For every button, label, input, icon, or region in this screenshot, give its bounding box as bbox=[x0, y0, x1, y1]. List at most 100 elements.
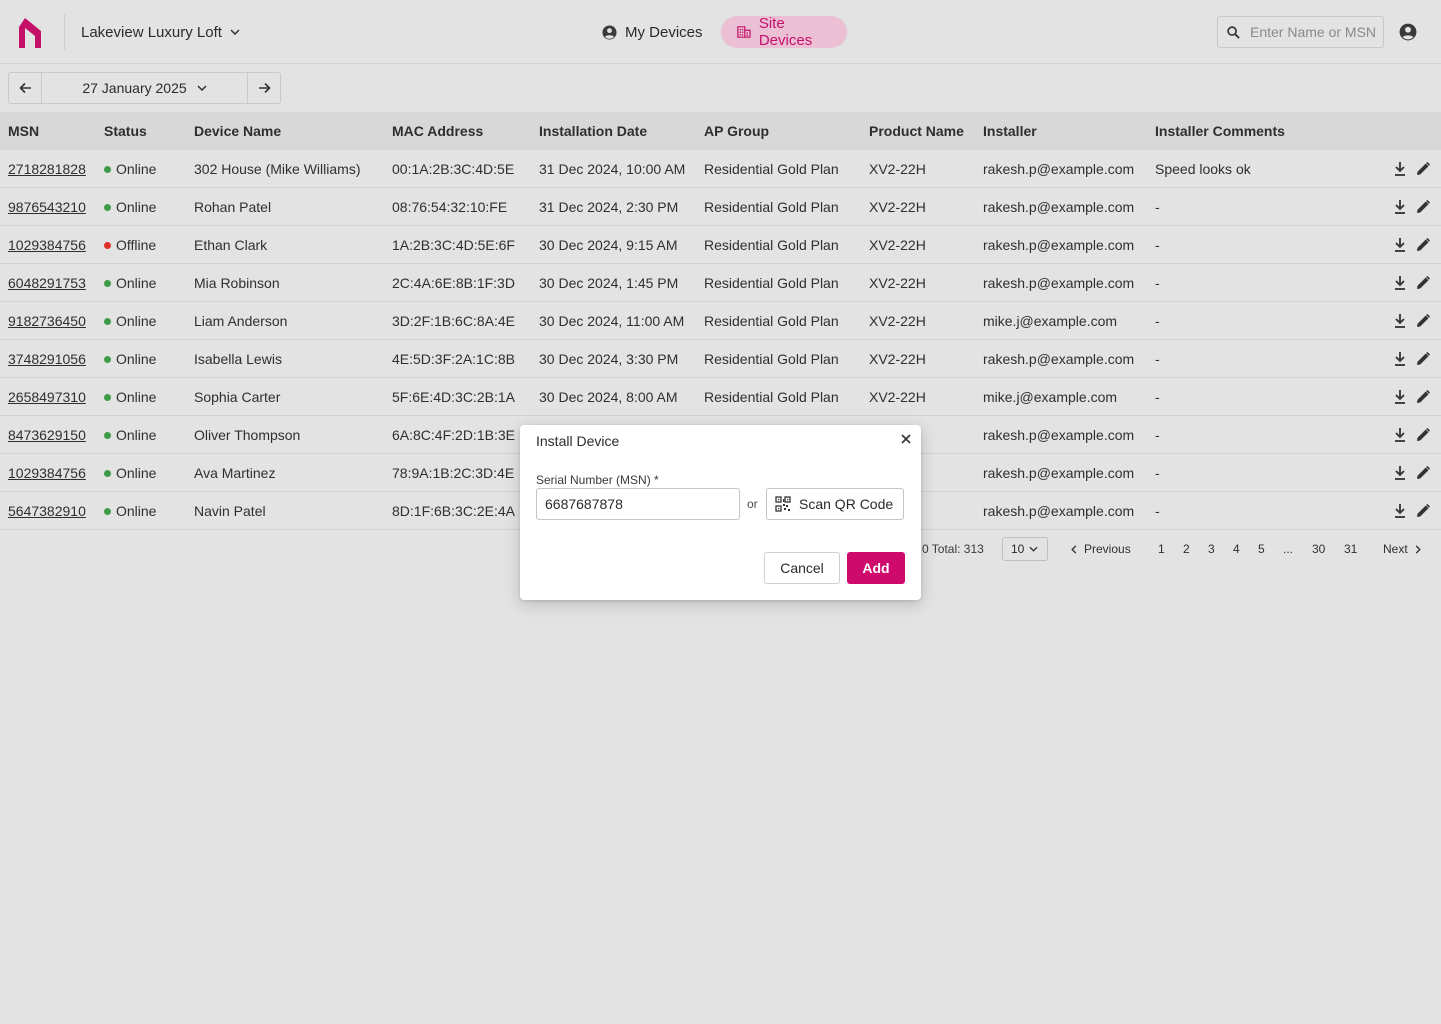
edit-icon[interactable] bbox=[1415, 275, 1431, 291]
next-page-label: Next bbox=[1383, 542, 1408, 556]
column-header-msn[interactable]: MSN bbox=[8, 123, 39, 139]
download-icon[interactable] bbox=[1392, 351, 1408, 367]
edit-icon[interactable] bbox=[1415, 199, 1431, 215]
installer-cell: rakesh.p@example.com bbox=[983, 427, 1135, 443]
date-picker[interactable]: 27 January 2025 bbox=[41, 73, 248, 103]
msn-link[interactable]: 1029384756 bbox=[8, 465, 86, 481]
table-row: 9182736450 Online Liam Anderson 3D:2F:1B:6C… bbox=[0, 302, 1441, 340]
cancel-button[interactable]: Cancel bbox=[764, 552, 840, 584]
date-navigator: 27 January 2025 bbox=[8, 72, 281, 104]
device-name-cell: Liam Anderson bbox=[194, 313, 288, 329]
search-input[interactable] bbox=[1250, 24, 1380, 40]
table-row: 3748291056 Online Isabella Lewis 4E:5D:3F:2… bbox=[0, 340, 1441, 378]
mac-address-cell: 3D:2F:1B:6C:8A:4E bbox=[392, 313, 515, 329]
column-header-status[interactable]: Status bbox=[104, 123, 147, 139]
add-button[interactable]: Add bbox=[847, 552, 905, 584]
arrow-left-icon bbox=[18, 82, 31, 94]
installer-comments-cell: - bbox=[1155, 313, 1160, 329]
device-name-cell: Ava Martinez bbox=[194, 465, 276, 481]
mac-address-cell: 2C:4A:6E:8B:1F:3D bbox=[392, 275, 515, 291]
device-name-cell: Sophia Carter bbox=[194, 389, 281, 405]
ap-group-cell: Residential Gold Plan bbox=[704, 199, 839, 215]
close-icon[interactable] bbox=[900, 433, 912, 445]
download-icon[interactable] bbox=[1392, 199, 1408, 215]
page-link-30[interactable]: 30 bbox=[1312, 542, 1325, 556]
header-divider bbox=[64, 14, 65, 50]
next-page-button[interactable]: Next bbox=[1383, 542, 1421, 556]
download-icon[interactable] bbox=[1392, 389, 1408, 405]
page-link-5[interactable]: 5 bbox=[1258, 542, 1265, 556]
previous-date-button[interactable] bbox=[9, 73, 41, 103]
msn-link[interactable]: 6048291753 bbox=[8, 275, 86, 291]
page-link-31[interactable]: 31 bbox=[1344, 542, 1357, 556]
page-size-select[interactable]: 10 bbox=[1002, 537, 1048, 561]
or-separator: or bbox=[747, 497, 758, 511]
next-date-button[interactable] bbox=[248, 73, 280, 103]
status-dot-icon bbox=[104, 204, 111, 211]
column-header-mac-address[interactable]: MAC Address bbox=[392, 123, 483, 139]
download-icon[interactable] bbox=[1392, 161, 1408, 177]
brand-logo[interactable] bbox=[19, 16, 45, 48]
column-header-product-name[interactable]: Product Name bbox=[869, 123, 964, 139]
msn-link[interactable]: 9182736450 bbox=[8, 313, 86, 329]
installer-cell: rakesh.p@example.com bbox=[983, 199, 1135, 215]
download-icon[interactable] bbox=[1392, 313, 1408, 329]
status-dot-icon bbox=[104, 280, 111, 287]
status-text: Online bbox=[116, 427, 157, 443]
page-link-1[interactable]: 1 bbox=[1158, 542, 1165, 556]
edit-icon[interactable] bbox=[1415, 427, 1431, 443]
page-link-4[interactable]: 4 bbox=[1233, 542, 1240, 556]
msn-link[interactable]: 8473629150 bbox=[8, 427, 86, 443]
column-header-installation-date[interactable]: Installation Date bbox=[539, 123, 647, 139]
column-header-installer[interactable]: Installer bbox=[983, 123, 1037, 139]
page-ellipsis: ... bbox=[1283, 542, 1294, 556]
column-header-ap-group[interactable]: AP Group bbox=[704, 123, 769, 139]
page-link-3[interactable]: 3 bbox=[1208, 542, 1215, 556]
msn-link[interactable]: 3748291056 bbox=[8, 351, 86, 367]
status-dot-icon bbox=[104, 508, 111, 515]
msn-link[interactable]: 5647382910 bbox=[8, 503, 86, 519]
status-dot-icon bbox=[104, 356, 111, 363]
scan-qr-code-button[interactable]: Scan QR Code bbox=[766, 488, 904, 520]
mac-address-cell: 8D:1F:6B:3C:2E:4A bbox=[392, 503, 515, 519]
tab-my-devices[interactable]: My Devices bbox=[586, 16, 719, 48]
status-cell: Online bbox=[104, 389, 156, 405]
page-link-2[interactable]: 2 bbox=[1183, 542, 1190, 556]
msn-link[interactable]: 2658497310 bbox=[8, 389, 86, 405]
chevron-right-icon bbox=[1415, 544, 1421, 554]
msn-link[interactable]: 1029384756 bbox=[8, 237, 86, 253]
status-text: Online bbox=[116, 275, 157, 291]
chevron-down-icon bbox=[230, 29, 240, 35]
site-selector[interactable]: Lakeview Luxury Loft bbox=[81, 22, 240, 42]
tab-site-devices-label: Site Devices bbox=[758, 15, 813, 49]
edit-icon[interactable] bbox=[1415, 389, 1431, 405]
scan-qr-code-label: Scan QR Code bbox=[799, 496, 894, 512]
column-header-installer-comments[interactable]: Installer Comments bbox=[1155, 123, 1285, 139]
previous-page-label: Previous bbox=[1084, 542, 1131, 556]
previous-page-button[interactable]: Previous bbox=[1071, 542, 1131, 556]
msn-link[interactable]: 9876543210 bbox=[8, 199, 86, 215]
column-header-device-name[interactable]: Device Name bbox=[194, 123, 281, 139]
download-icon[interactable] bbox=[1392, 275, 1408, 291]
edit-icon[interactable] bbox=[1415, 351, 1431, 367]
status-dot-icon bbox=[104, 318, 111, 325]
status-cell: Online bbox=[104, 351, 156, 367]
serial-number-input[interactable] bbox=[536, 488, 740, 520]
edit-icon[interactable] bbox=[1415, 313, 1431, 329]
installer-cell: rakesh.p@example.com bbox=[983, 503, 1135, 519]
serial-number-label: Serial Number (MSN) * bbox=[536, 473, 659, 487]
download-icon[interactable] bbox=[1392, 237, 1408, 253]
status-dot-icon bbox=[104, 166, 111, 173]
edit-icon[interactable] bbox=[1415, 465, 1431, 481]
msn-link[interactable]: 2718281828 bbox=[8, 161, 86, 177]
download-icon[interactable] bbox=[1392, 427, 1408, 443]
download-icon[interactable] bbox=[1392, 465, 1408, 481]
edit-icon[interactable] bbox=[1415, 503, 1431, 519]
status-text: Offline bbox=[116, 237, 157, 253]
download-icon[interactable] bbox=[1392, 503, 1408, 519]
account-icon[interactable] bbox=[1399, 23, 1417, 41]
tab-site-devices[interactable]: Site Devices bbox=[721, 15, 847, 49]
edit-icon[interactable] bbox=[1415, 161, 1431, 177]
ap-group-cell: Residential Gold Plan bbox=[704, 161, 839, 177]
edit-icon[interactable] bbox=[1415, 237, 1431, 253]
